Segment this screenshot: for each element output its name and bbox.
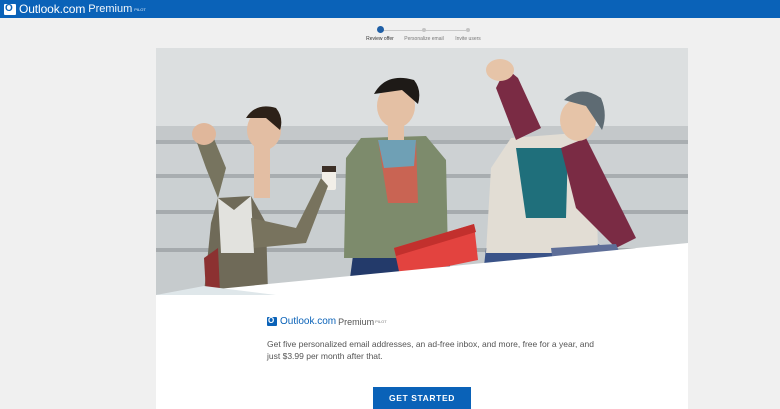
step-dot [422,28,426,32]
step-label: Invite users [455,36,481,42]
outlook-logo-icon [267,316,277,326]
step-personalize-email: Personalize email [400,24,448,42]
step-dot-active [376,26,384,33]
brand-name: Outlook.com [19,2,86,16]
step-label: Review offer [366,36,394,42]
offer-logo-premium: Premium [338,316,375,327]
brand-logo[interactable]: Outlook.com Premium PILOT [4,2,146,16]
step-dot [466,28,470,32]
top-bar: Outlook.com Premium PILOT [0,0,780,18]
step-invite-users: Invite users [444,24,492,42]
hero-photo-friends-high-five [156,48,688,295]
get-started-button[interactable]: GET STARTED [373,387,471,409]
step-label: Personalize email [404,36,444,42]
outlook-logo-icon [4,3,16,15]
offer-description: Get five personalized email addresses, a… [267,339,594,361]
step-progress: Review offer Personalize email Invite us… [360,24,490,46]
brand-pilot: PILOT [134,6,146,12]
step-review-offer: Review offer [356,24,404,42]
offer-logo-pilot: PILOT [375,319,387,324]
offer-logo-name: Outlook.com [280,316,337,327]
offer-logo: Outlook.com Premium PILOT [267,316,387,327]
brand-premium: Premium [88,3,133,15]
offer-card: Outlook.com Premium PILOT Get five perso… [156,48,688,409]
hero-image [156,48,688,295]
